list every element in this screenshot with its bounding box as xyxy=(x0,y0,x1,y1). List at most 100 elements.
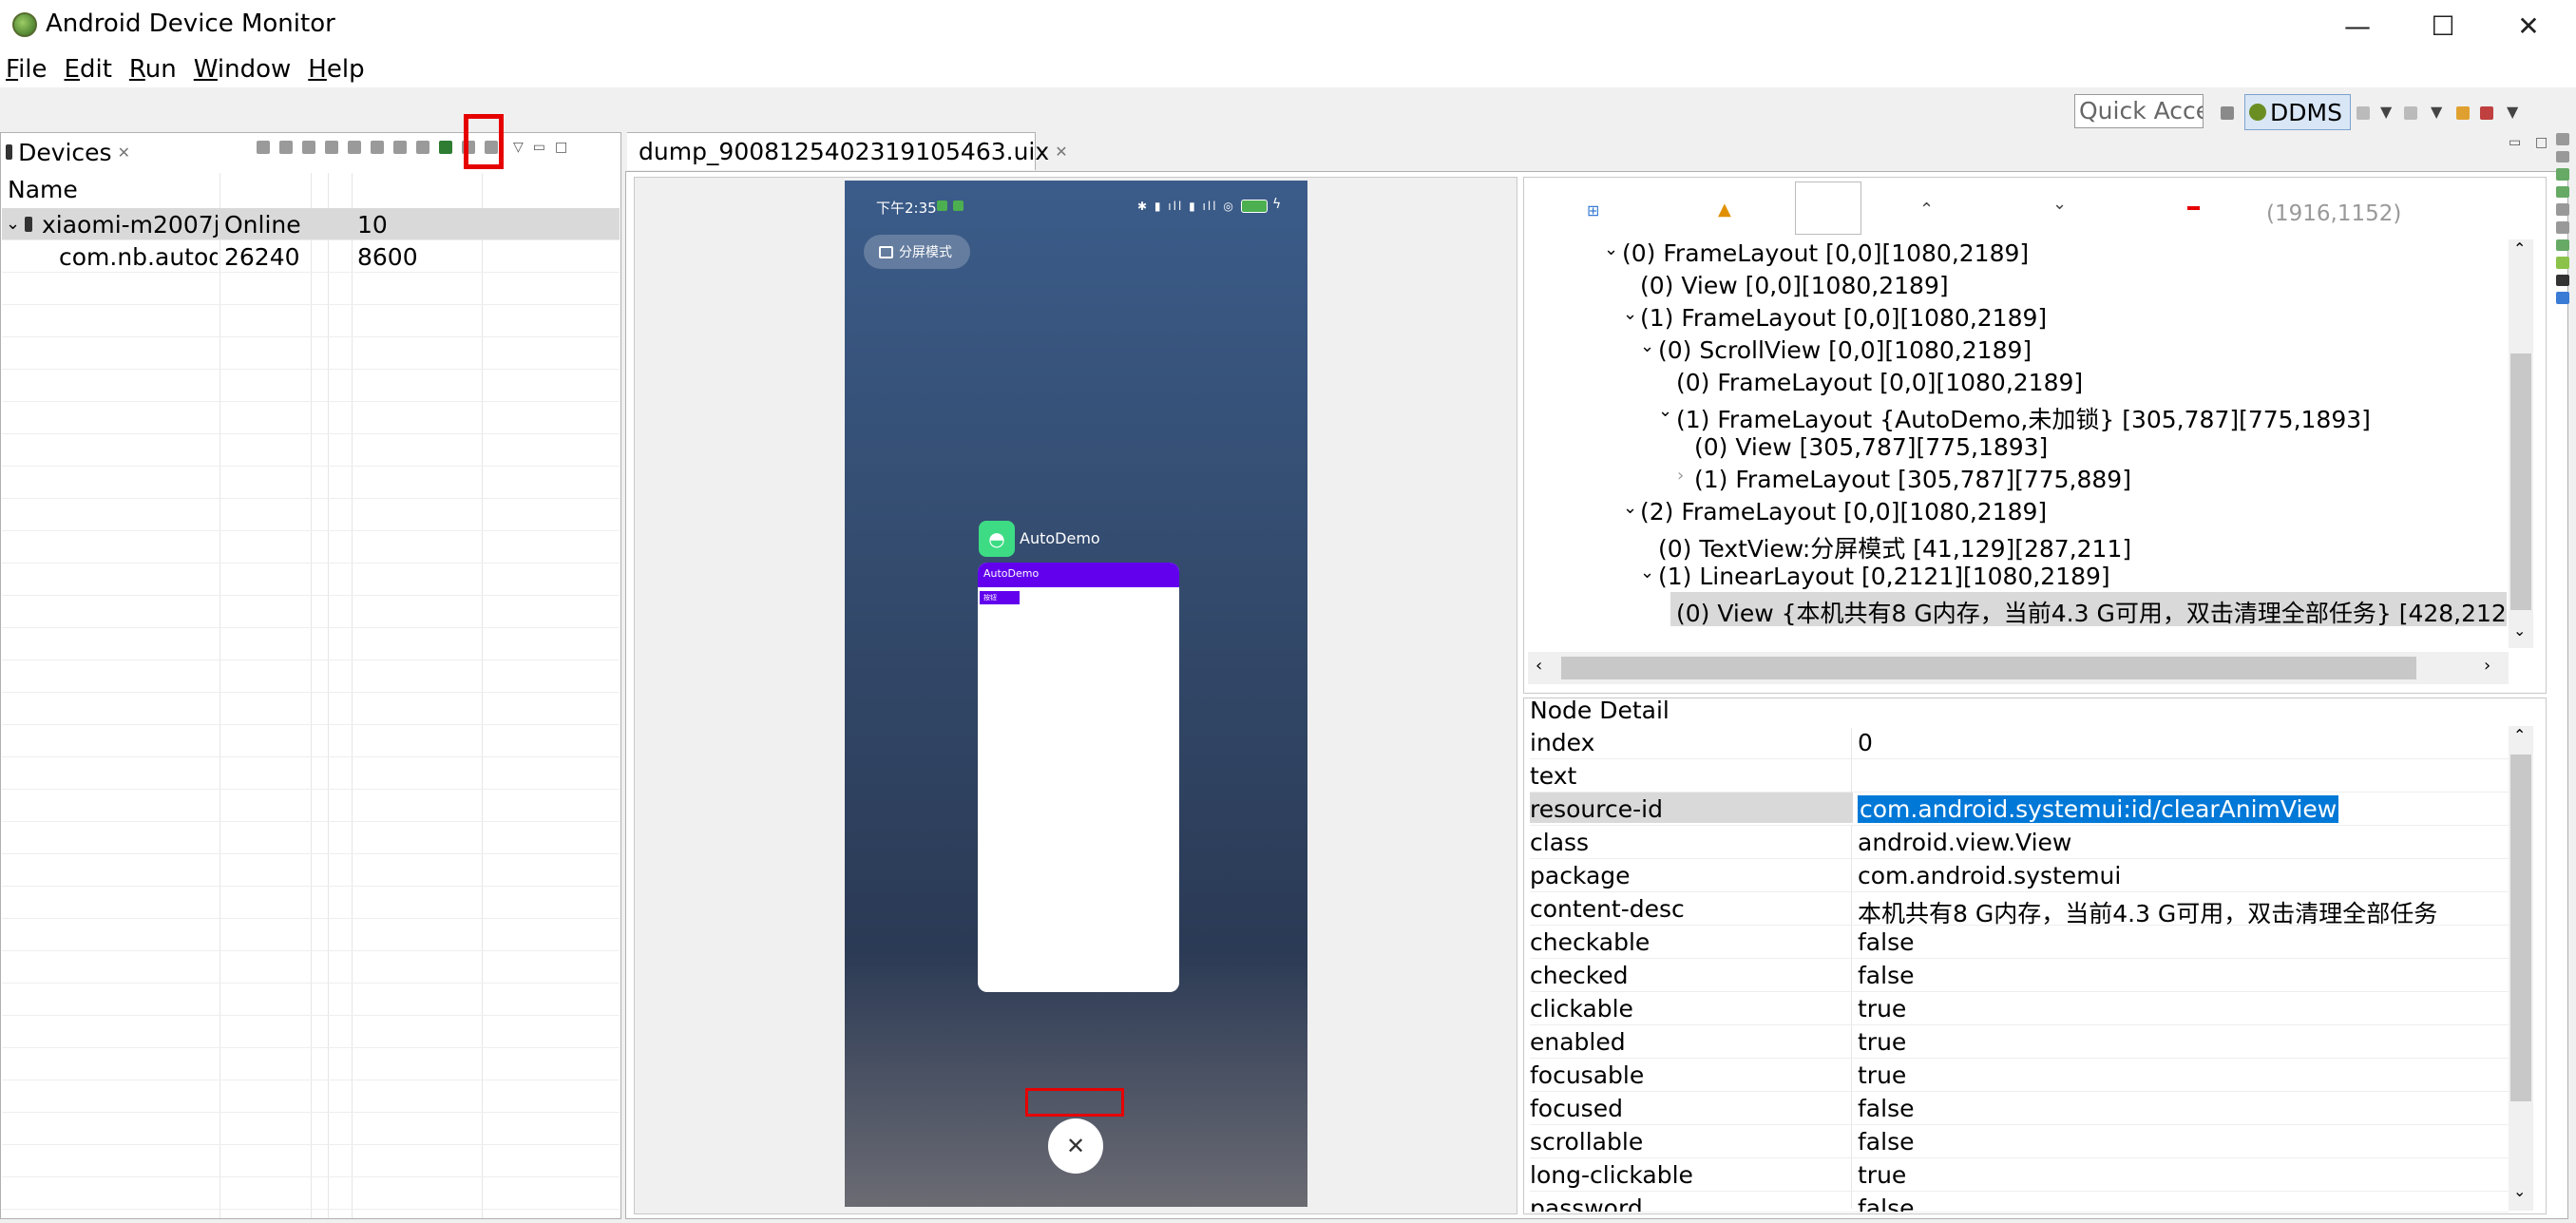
threads-icon[interactable] xyxy=(2556,150,2569,163)
tree-node[interactable]: (0) View [0,0][1080,2189] xyxy=(1640,272,1949,299)
maximize-view-icon[interactable]: □ xyxy=(2535,135,2547,150)
expand-arrow-icon[interactable]: › xyxy=(1677,466,1684,486)
emulator-control-icon[interactable] xyxy=(2556,239,2569,252)
device-row[interactable]: ⌄ xiaomi-m2007j1 Online 10 xyxy=(2,208,620,240)
restore-icon[interactable] xyxy=(2556,133,2569,145)
gc-icon[interactable] xyxy=(325,141,338,154)
property-value[interactable]: 本机共有8 G内存，当前4.3 G可用，双击清理全部任务 xyxy=(1858,895,2437,929)
start-method-profiling-icon[interactable] xyxy=(371,141,384,154)
view-menu-icon[interactable]: ▽ xyxy=(513,140,524,155)
chevron-down-icon[interactable]: ▼ xyxy=(2380,103,2392,121)
property-value[interactable]: true xyxy=(1858,1061,1906,1089)
property-value[interactable]: false xyxy=(1858,1194,1914,1212)
clear-all-button[interactable]: ✕ xyxy=(1048,1118,1103,1174)
tab-devices[interactable]: Devices ✕ xyxy=(2,134,130,170)
detail-row[interactable]: checked false xyxy=(1530,959,2509,992)
expand-arrow-icon[interactable]: ⌄ xyxy=(1658,401,1672,421)
remove-icon[interactable] xyxy=(2187,206,2200,210)
detail-row[interactable]: long-clickable true xyxy=(1530,1158,2509,1192)
detail-row[interactable]: enabled true xyxy=(1530,1025,2509,1059)
detail-row[interactable]: index 0 xyxy=(1530,726,2509,759)
property-value[interactable]: true xyxy=(1858,995,1906,1022)
menu-run[interactable]: Run xyxy=(129,55,177,84)
network-icon[interactable] xyxy=(2556,203,2569,216)
detail-row[interactable]: package com.android.systemui xyxy=(1530,859,2509,892)
property-value[interactable]: false xyxy=(1858,928,1914,956)
chevron-down-icon[interactable]: ⌄ xyxy=(2513,621,2526,640)
expand-arrow-icon[interactable]: ⌄ xyxy=(1640,563,1654,583)
menu-window[interactable]: Window xyxy=(194,55,292,84)
minimize-view-icon[interactable]: ▭ xyxy=(533,140,545,155)
close-icon[interactable]: ✕ xyxy=(118,143,130,162)
app-button[interactable]: 按钮 xyxy=(980,591,1020,604)
dump-view-hierarchy-icon[interactable] xyxy=(439,141,452,154)
ddms-perspective-button[interactable]: DDMS xyxy=(2244,94,2351,130)
update-threads-icon[interactable] xyxy=(348,141,361,154)
toolbar-tools-icon[interactable] xyxy=(2456,106,2470,120)
process-row[interactable]: com.nb.autode 26240 8600 xyxy=(2,240,620,273)
logcat-icon[interactable] xyxy=(2556,274,2569,287)
maximize-view-icon[interactable]: □ xyxy=(555,140,567,155)
tree-node[interactable]: (1) FrameLayout [305,787][775,889] xyxy=(1694,466,2131,493)
tree-node[interactable]: (1) LinearLayout [0,2121][1080,2189] xyxy=(1658,563,2110,590)
update-heap-icon[interactable] xyxy=(279,141,293,154)
detail-row[interactable]: content-desc 本机共有8 G内存，当前4.3 G可用，双击清理全部任务 xyxy=(1530,892,2509,929)
tree-node[interactable]: (0) View [305,787][775,1893] xyxy=(1694,433,2048,461)
tree-node[interactable]: (1) FrameLayout {AutoDemo,未加锁} [305,787]… xyxy=(1676,401,2371,435)
dump-hprof-icon[interactable] xyxy=(302,141,315,154)
tree-node[interactable]: (1) FrameLayout [0,0][1080,2189] xyxy=(1640,304,2047,332)
tree-node[interactable]: (0) FrameLayout [0,0][1080,2189] xyxy=(1622,239,2029,267)
heap-icon[interactable] xyxy=(2556,168,2569,181)
file-explorer-icon[interactable] xyxy=(2556,220,2569,234)
screen-capture-icon[interactable] xyxy=(416,141,429,154)
recent-app-card[interactable]: AutoDemo 按钮 xyxy=(978,563,1179,992)
tree-node[interactable]: (0) ScrollView [0,0][1080,2189] xyxy=(1658,336,2032,364)
property-value[interactable]: 0 xyxy=(1858,729,1873,756)
detail-row[interactable]: class android.view.View xyxy=(1530,826,2509,859)
scroll-thumb[interactable] xyxy=(1561,657,2416,679)
property-value[interactable]: true xyxy=(1858,1161,1906,1189)
scroll-thumb[interactable] xyxy=(2510,755,2531,1101)
detail-row[interactable]: scrollable false xyxy=(1530,1125,2509,1158)
menu-help[interactable]: Help xyxy=(308,55,364,84)
expand-arrow-icon[interactable]: ⌄ xyxy=(1623,498,1637,518)
expand-all-icon[interactable]: ⊞ xyxy=(1587,201,1599,220)
chevron-up-icon[interactable]: ⌃ xyxy=(1919,200,1934,220)
expand-arrow-icon[interactable]: ⌄ xyxy=(1640,336,1654,356)
chevron-up-icon[interactable]: ⌃ xyxy=(2513,726,2526,744)
minimize-view-icon[interactable]: ▭ xyxy=(2509,135,2521,150)
split-mode-button[interactable]: 分屏模式 xyxy=(864,235,970,269)
tree-node[interactable]: (0) TextView:分屏模式 [41,129][287,211] xyxy=(1658,530,2131,564)
detail-row[interactable]: text xyxy=(1530,759,2509,793)
toolbar-debug-icon[interactable] xyxy=(2357,106,2370,120)
column-header-name[interactable]: Name xyxy=(8,176,78,203)
filter-toggle[interactable] xyxy=(1795,182,1861,235)
expand-arrow-icon[interactable]: ⌄ xyxy=(1623,304,1637,324)
allocation-icon[interactable] xyxy=(2556,185,2569,199)
scroll-thumb[interactable] xyxy=(2510,354,2531,610)
detail-row[interactable]: password false xyxy=(1530,1192,2509,1213)
tree-node-selected[interactable]: (0) View {本机共有8 G内存，当前4.3 G可用，双击清理全部任务} … xyxy=(1676,595,2507,629)
property-value[interactable]: false xyxy=(1858,962,1914,989)
chevron-down-icon[interactable]: ⌄ xyxy=(2513,1182,2526,1200)
android-icon[interactable] xyxy=(2556,257,2569,269)
close-button[interactable]: ✕ xyxy=(2486,0,2571,51)
expand-arrow-icon[interactable]: ⌄ xyxy=(1604,239,1618,259)
console-icon[interactable] xyxy=(2556,292,2569,304)
detail-row[interactable]: checkable false xyxy=(1530,926,2509,959)
property-value[interactable]: com.android.systemui:id/clearAnimView xyxy=(1858,795,2339,823)
detail-row-selected[interactable]: resource-id com.android.systemui:id/clear… xyxy=(1530,793,2509,826)
chevron-up-icon[interactable]: ⌃ xyxy=(2513,239,2526,258)
toolbar-search-icon[interactable] xyxy=(2480,106,2493,120)
toolbar-screen-icon[interactable] xyxy=(2404,106,2417,120)
chevron-down-icon[interactable]: ▼ xyxy=(2431,103,2442,121)
detail-vertical-scrollbar[interactable]: ⌃ ⌄ xyxy=(2509,726,2533,1211)
detail-row[interactable]: focused false xyxy=(1530,1092,2509,1125)
minimize-button[interactable]: — xyxy=(2315,0,2400,51)
tree-horizontal-scrollbar[interactable]: ‹ › xyxy=(1528,652,2509,684)
property-value[interactable]: com.android.systemui xyxy=(1858,862,2121,889)
property-value[interactable]: android.view.View xyxy=(1858,829,2071,856)
property-value[interactable]: true xyxy=(1858,1028,1906,1056)
property-value[interactable]: false xyxy=(1858,1095,1914,1122)
property-value[interactable]: false xyxy=(1858,1128,1914,1156)
